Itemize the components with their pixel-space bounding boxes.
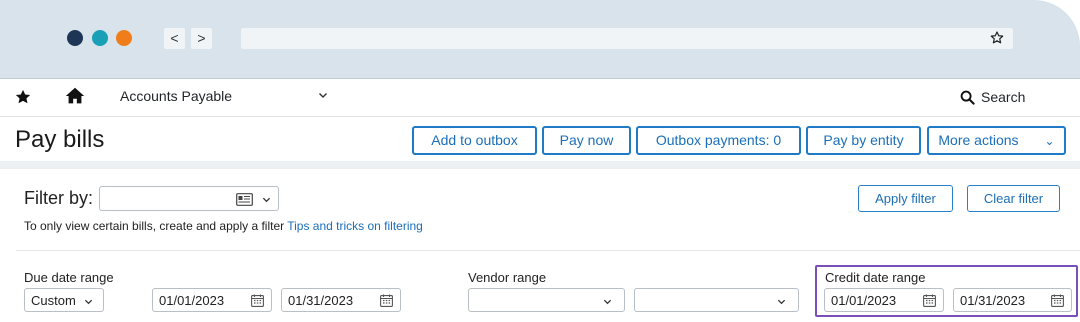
filter-label: Filter by:	[24, 188, 94, 208]
browser-chrome: < >	[0, 0, 1080, 79]
pay-now-button[interactable]: Pay now	[542, 126, 631, 155]
page-title: Pay bills	[15, 126, 105, 153]
chevron-down-icon[interactable]	[262, 195, 271, 204]
browser-forward-button[interactable]: >	[191, 28, 212, 49]
home-icon[interactable]	[64, 85, 86, 107]
chevron-down-icon: ⌄	[1044, 134, 1055, 148]
address-bar[interactable]	[241, 28, 1013, 49]
search-button[interactable]: Search	[960, 87, 1025, 107]
due-date-preset-value: Custom	[31, 293, 76, 308]
favorites-star-icon[interactable]	[14, 88, 32, 106]
credit-date-from-value: 01/01/2023	[831, 293, 897, 308]
window-close-dot[interactable]	[67, 30, 83, 46]
calendar-icon[interactable]	[380, 294, 393, 307]
filter-select[interactable]	[99, 186, 279, 211]
filter-hint: To only view certain bills, create and a…	[24, 219, 423, 233]
chevron-down-icon	[777, 299, 786, 305]
filter-card-icon[interactable]	[236, 193, 253, 206]
filter-hint-text: To only view certain bills, create and a…	[24, 219, 288, 233]
clear-filter-button[interactable]: Clear filter	[967, 185, 1060, 212]
section-divider	[16, 250, 1080, 251]
due-date-preset-select[interactable]: Custom	[24, 288, 104, 312]
outbox-payments-button[interactable]: Outbox payments: 0	[636, 126, 801, 155]
search-icon	[960, 90, 975, 105]
chevron-down-icon	[84, 299, 93, 305]
credit-date-to-field[interactable]: 01/31/2023	[953, 288, 1072, 312]
vendor-from-select[interactable]	[468, 288, 625, 312]
credit-date-range-label: Credit date range	[825, 270, 926, 285]
window-maximize-dot[interactable]	[116, 30, 132, 46]
due-date-from-field[interactable]: 01/01/2023	[152, 288, 272, 312]
due-date-to-field[interactable]: 01/31/2023	[281, 288, 401, 312]
due-date-range-label: Due date range	[24, 270, 114, 285]
calendar-icon[interactable]	[1051, 294, 1064, 307]
search-label: Search	[981, 89, 1026, 105]
filtering-tips-link[interactable]: Tips and tricks on filtering	[287, 219, 423, 233]
vendor-range-label: Vendor range	[468, 270, 547, 285]
vendor-to-select[interactable]	[634, 288, 799, 312]
browser-back-button[interactable]: <	[164, 28, 185, 49]
credit-date-to-value: 01/31/2023	[960, 293, 1026, 308]
pay-by-entity-button[interactable]: Pay by entity	[806, 126, 921, 155]
header-separator	[0, 161, 1080, 169]
app-topbar: Accounts Payable Search	[0, 79, 1080, 117]
calendar-icon[interactable]	[923, 294, 936, 307]
credit-date-from-field[interactable]: 01/01/2023	[824, 288, 944, 312]
calendar-icon[interactable]	[251, 294, 264, 307]
module-selector-label[interactable]: Accounts Payable	[120, 88, 232, 104]
chevron-down-icon[interactable]	[318, 90, 328, 100]
apply-filter-button[interactable]: Apply filter	[858, 185, 953, 212]
more-actions-button[interactable]: More actions ⌄	[927, 126, 1066, 155]
add-to-outbox-button[interactable]: Add to outbox	[412, 126, 537, 155]
due-date-to-value: 01/31/2023	[288, 293, 354, 308]
bookmark-star-icon[interactable]	[989, 30, 1005, 46]
more-actions-label: More actions	[938, 132, 1019, 148]
due-date-from-value: 01/01/2023	[159, 293, 225, 308]
window-minimize-dot[interactable]	[92, 30, 108, 46]
chevron-down-icon	[603, 299, 612, 305]
